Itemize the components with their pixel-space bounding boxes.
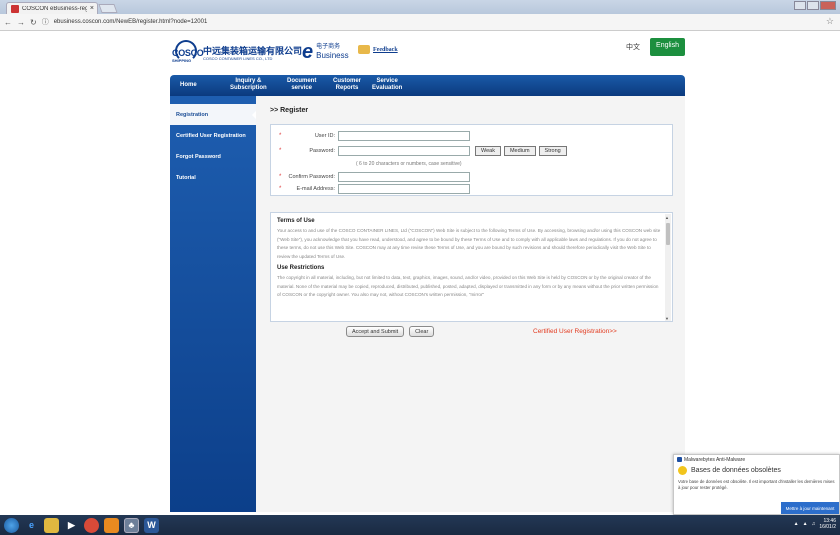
company-name-en: COSCO CONTAINER LINES CO., LTD <box>203 56 273 61</box>
media-player-icon[interactable]: ▶ <box>64 518 79 533</box>
address-bar[interactable]: ebusiness.coscon.com/NewEB/register.html… <box>54 19 208 25</box>
register-form: * User ID: * Password: Weak Medium Stron… <box>270 124 673 196</box>
menu-inquiry-subscription[interactable]: Inquiry & Subscription <box>230 78 267 92</box>
notification-title-row: Bases de données obsolètes <box>674 464 839 477</box>
minimize-button[interactable] <box>794 1 806 10</box>
terms-of-use-box[interactable]: Terms of Use Your access to and use of t… <box>270 212 673 322</box>
menu-document-service[interactable]: Document service <box>287 78 316 92</box>
lang-english-button[interactable]: English <box>650 38 685 56</box>
menu-service-evaluation[interactable]: Service Evaluation <box>372 78 402 92</box>
explorer-folder-icon[interactable] <box>44 517 59 533</box>
update-now-button[interactable]: Mettre à jour maintenant <box>781 502 839 514</box>
main-content: >> Register * User ID: * Password: Weak … <box>256 96 685 512</box>
confirm-password-label: Confirm Password: <box>288 173 335 180</box>
bookmark-star-icon[interactable]: ☆ <box>826 16 834 27</box>
confirm-password-row: * Confirm Password: <box>271 171 674 182</box>
strength-strong: Strong <box>538 145 567 156</box>
menu-customer-reports[interactable]: Customer Reports <box>333 78 361 92</box>
web-page: COSCO SHIPPING 中远集装箱运输有限公司 COSCO CONTAIN… <box>0 31 840 515</box>
sidebar-item-forgot-password[interactable]: Forgot Password <box>170 146 256 167</box>
cosco-shipping-logo[interactable]: COSCO SHIPPING <box>172 40 204 68</box>
tab-title: COSCON eBusiness-reg <box>22 5 87 12</box>
password-input[interactable] <box>338 145 470 156</box>
site-header: COSCO SHIPPING 中远集装箱运输有限公司 COSCO CONTAIN… <box>170 38 685 76</box>
strength-weak: Weak <box>475 145 501 156</box>
warning-icon <box>678 466 687 475</box>
terms-scrollbar[interactable]: ▲ ▼ <box>665 214 671 321</box>
main-menu: Home Inquiry & Subscription Document ser… <box>170 75 685 96</box>
sidebar-item-registration[interactable]: Registration <box>170 104 257 125</box>
feedback-link[interactable]: Feedback <box>358 45 398 54</box>
scroll-down-arrow-icon[interactable]: ▼ <box>665 316 669 321</box>
feedback-icon <box>358 45 370 54</box>
password-strength-meter: Weak Medium Strong <box>475 145 570 156</box>
new-tab-button[interactable] <box>98 4 118 13</box>
use-restrictions-paragraph: The copyright in all material, including… <box>277 275 659 297</box>
window-close-button[interactable] <box>820 1 836 10</box>
email-input[interactable] <box>338 183 470 194</box>
ie-icon[interactable]: e <box>24 518 39 533</box>
malware-notification: Malwarebytes Anti-Malware Bases de donné… <box>673 454 840 515</box>
word-icon[interactable]: W <box>144 517 159 533</box>
forward-arrow-icon[interactable]: → <box>17 18 25 27</box>
certified-user-registration-link[interactable]: Certified User Registration>> <box>533 328 617 335</box>
sidebar-item-tutorial[interactable]: Tutorial <box>170 167 256 188</box>
user-id-row: * User ID: <box>271 130 674 141</box>
browser-tab-strip: COSCON eBusiness-reg × <box>0 0 840 14</box>
clock[interactable]: 13:46 16/01/2 <box>819 518 836 530</box>
menu-home[interactable]: Home <box>180 82 197 89</box>
sidebar: Registration Certified User Registration… <box>170 96 257 512</box>
info-icon[interactable]: ⓘ <box>42 17 49 27</box>
browser-toolbar: ← → ↻ ⓘ ebusiness.coscon.com/NewEB/regis… <box>0 14 840 31</box>
malwarebytes-icon <box>677 457 682 462</box>
form-actions: Accept and Submit Clear <box>346 326 435 337</box>
password-label: Password: <box>309 147 335 154</box>
password-hint: ( 6 to 20 characters or numbers, case se… <box>356 161 462 167</box>
user-id-label: User ID: <box>314 132 335 139</box>
outlook-icon[interactable] <box>104 517 119 533</box>
back-arrow-icon[interactable]: ← <box>4 18 12 27</box>
notification-title: Bases de données obsolètes <box>691 467 781 474</box>
page-title: >> Register <box>270 107 309 114</box>
app-icon[interactable]: ♣ <box>124 517 139 533</box>
accept-submit-button[interactable]: Accept and Submit <box>346 326 405 337</box>
use-restrictions-heading: Use Restrictions <box>277 265 325 271</box>
browser-tab[interactable]: COSCON eBusiness-reg × <box>6 2 98 14</box>
confirm-password-input[interactable] <box>338 171 470 182</box>
site-favicon-icon <box>11 4 19 13</box>
reload-icon[interactable]: ↻ <box>30 18 37 27</box>
notification-message: Votre base de données est obsolète. Il e… <box>678 479 835 490</box>
tray-arrow-icon[interactable]: ▲ <box>794 521 799 527</box>
clear-button[interactable]: Clear <box>409 326 435 337</box>
password-row: * Password: Weak Medium Strong <box>271 145 674 156</box>
ebusiness-e-icon: e <box>302 40 314 63</box>
terms-heading: Terms of Use <box>277 218 315 224</box>
taskbar: e ▶ ♣ W ▲ ▲ ♫ 13:46 16/01/2 <box>0 515 840 535</box>
ebusiness-logo: e 电子商务 Business <box>302 40 349 63</box>
user-id-input[interactable] <box>338 130 470 141</box>
terms-paragraph: Your access to and use of the COSCO CONT… <box>277 228 661 259</box>
notification-app: Malwarebytes Anti-Malware <box>674 455 839 464</box>
email-label: E-mail Address: <box>296 185 335 192</box>
lang-chinese-button[interactable]: 中文 <box>620 38 646 56</box>
system-tray: ▲ ▲ ♫ 13:46 16/01/2 <box>794 518 836 530</box>
email-row: * E-mail Address: <box>271 183 674 194</box>
tab-close-icon[interactable]: × <box>90 5 97 12</box>
volume-icon[interactable]: ♫ <box>812 521 816 527</box>
network-icon[interactable]: ▲ <box>803 521 808 527</box>
sidebar-item-certified-user-registration[interactable]: Certified User Registration <box>170 125 256 146</box>
window-controls <box>794 1 836 10</box>
start-button-icon[interactable] <box>4 517 19 533</box>
scroll-thumb[interactable] <box>666 223 670 245</box>
scroll-up-arrow-icon[interactable]: ▲ <box>665 215 669 220</box>
language-switcher: 中文 English <box>620 38 685 56</box>
chrome-icon[interactable] <box>84 517 99 533</box>
strength-medium: Medium <box>503 145 536 156</box>
maximize-button[interactable] <box>807 1 819 10</box>
